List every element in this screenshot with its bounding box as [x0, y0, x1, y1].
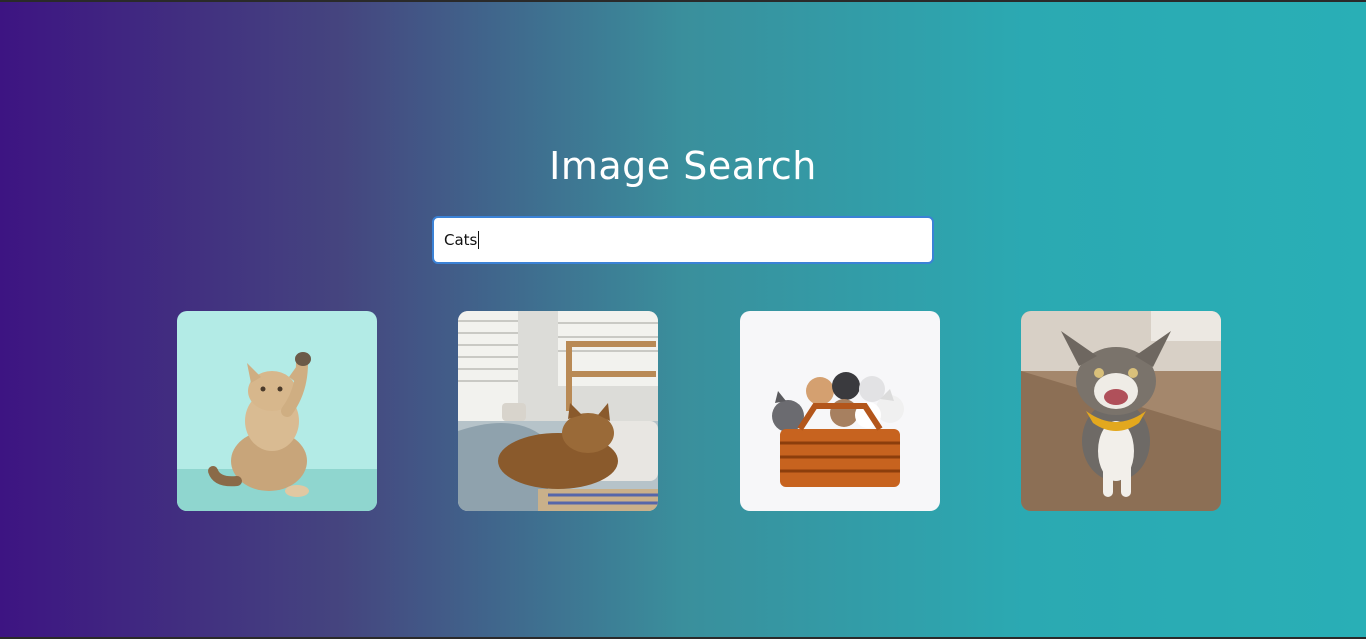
cat-sleeping-on-bed-photo — [458, 311, 658, 511]
image-result-3[interactable] — [740, 311, 940, 511]
page-title: Image Search — [549, 144, 817, 188]
image-result-4[interactable] — [1021, 311, 1221, 511]
search-field-wrapper: Cats — [432, 216, 934, 264]
image-result-1[interactable] — [177, 311, 377, 511]
happy-tabby-cat-photo — [1021, 311, 1221, 511]
image-result-2[interactable] — [458, 311, 658, 511]
text-caret — [478, 231, 480, 249]
kittens-in-basket-photo — [740, 311, 940, 511]
window-top-border — [0, 0, 1366, 2]
cat-kitten-paw-raised-photo — [177, 311, 377, 511]
search-input[interactable]: Cats — [432, 216, 934, 264]
search-input-value: Cats — [444, 231, 478, 249]
